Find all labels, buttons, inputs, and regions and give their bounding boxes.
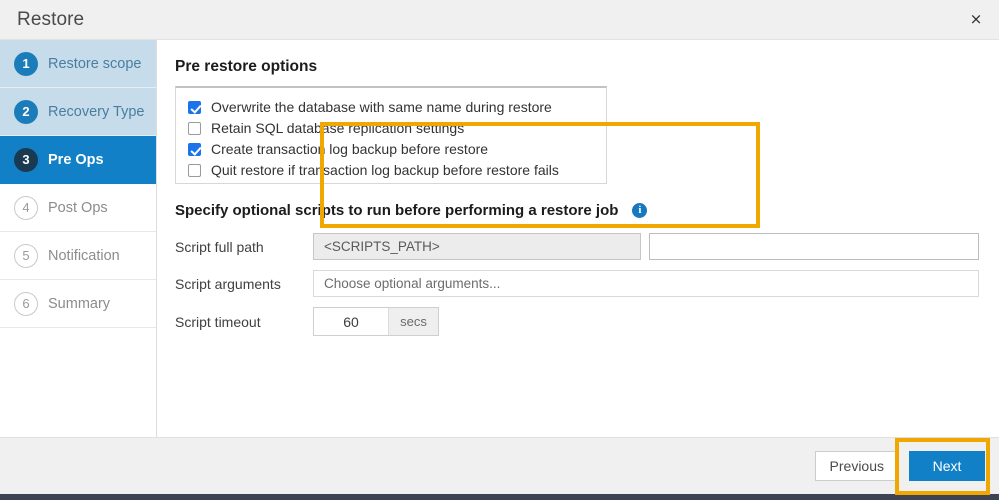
script-arguments-row: Script arguments Choose optional argumen… (175, 270, 979, 297)
previous-button[interactable]: Previous (815, 451, 899, 481)
dialog-titlebar: Restore × (0, 0, 999, 40)
sidebar-item-restore-scope[interactable]: 1 Restore scope (0, 40, 156, 88)
sidebar-item-label: Pre Ops (48, 152, 104, 168)
option-label: Quit restore if transaction log backup b… (211, 162, 559, 178)
checkbox-overwrite-database[interactable] (188, 101, 201, 114)
step-number: 2 (14, 100, 38, 124)
checkbox-quit-restore-on-failure[interactable] (188, 164, 201, 177)
checkbox-create-transaction-log-backup[interactable] (188, 143, 201, 156)
script-path-secondary-input[interactable] (649, 233, 979, 260)
bottom-accent-bar (0, 494, 999, 500)
option-retain-replication-settings[interactable]: Retain SQL database replication settings (188, 118, 606, 138)
option-label: Retain SQL database replication settings (211, 120, 464, 136)
script-path-input[interactable]: <SCRIPTS_PATH> (313, 233, 641, 260)
sidebar-item-label: Summary (48, 296, 110, 312)
option-label: Create transaction log backup before res… (211, 141, 488, 157)
dialog-footer: Previous Next (0, 437, 999, 494)
step-number: 6 (14, 292, 38, 316)
option-quit-restore-on-failure[interactable]: Quit restore if transaction log backup b… (188, 160, 606, 180)
script-arguments-input[interactable]: Choose optional arguments... (313, 270, 979, 297)
script-path-label: Script full path (175, 239, 313, 255)
dialog-title: Restore (17, 9, 84, 31)
page-title: Pre restore options (175, 58, 979, 76)
script-path-row: Script full path <SCRIPTS_PATH> (175, 233, 979, 260)
script-arguments-label: Script arguments (175, 276, 313, 292)
sidebar-item-notification[interactable]: 5 Notification (0, 232, 156, 280)
sidebar-item-post-ops[interactable]: 4 Post Ops (0, 184, 156, 232)
restore-wizard-dialog: Restore × 1 Restore scope 2 Recovery Typ… (0, 0, 999, 500)
script-timeout-input[interactable]: 60 (314, 308, 388, 335)
checkbox-retain-replication-settings[interactable] (188, 122, 201, 135)
script-timeout-control: 60 secs (313, 307, 439, 336)
close-icon[interactable]: × (965, 9, 987, 31)
sidebar-item-label: Post Ops (48, 200, 108, 216)
pre-restore-options-group: Overwrite the database with same name du… (175, 86, 607, 184)
info-icon[interactable]: i (632, 203, 647, 218)
next-button[interactable]: Next (909, 451, 985, 481)
step-number: 5 (14, 244, 38, 268)
wizard-step-sidebar: 1 Restore scope 2 Recovery Type 3 Pre Op… (0, 40, 157, 437)
script-timeout-unit: secs (388, 308, 438, 335)
script-timeout-label: Script timeout (175, 314, 313, 330)
sidebar-item-label: Recovery Type (48, 104, 144, 120)
script-timeout-row: Script timeout 60 secs (175, 307, 979, 336)
option-label: Overwrite the database with same name du… (211, 99, 552, 115)
sidebar-item-pre-ops[interactable]: 3 Pre Ops (0, 136, 156, 184)
scripts-section-heading: Specify optional scripts to run before p… (175, 202, 979, 219)
step-number: 3 (14, 148, 38, 172)
dialog-body: 1 Restore scope 2 Recovery Type 3 Pre Op… (0, 40, 999, 437)
sidebar-item-label: Notification (48, 248, 120, 264)
sidebar-item-label: Restore scope (48, 56, 142, 72)
sidebar-item-recovery-type[interactable]: 2 Recovery Type (0, 88, 156, 136)
sidebar-filler (0, 328, 156, 437)
option-create-transaction-log-backup[interactable]: Create transaction log backup before res… (188, 139, 606, 159)
step-number: 4 (14, 196, 38, 220)
main-content: Pre restore options Overwrite the databa… (157, 40, 999, 437)
option-overwrite-database[interactable]: Overwrite the database with same name du… (188, 97, 606, 117)
step-number: 1 (14, 52, 38, 76)
sidebar-item-summary[interactable]: 6 Summary (0, 280, 156, 328)
scripts-heading-label: Specify optional scripts to run before p… (175, 202, 618, 219)
